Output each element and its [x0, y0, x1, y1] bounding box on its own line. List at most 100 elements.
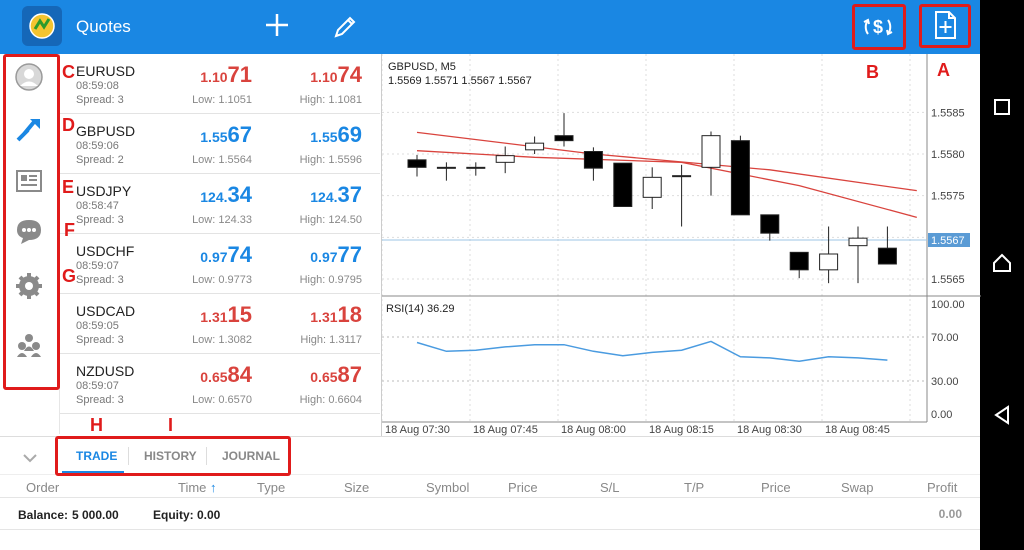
annotation-box-tabs	[55, 436, 291, 476]
chart-svg[interactable]: GBPUSD, M5 1.5569 1.5571 1.5567 1.5567 1…	[382, 54, 981, 436]
candle-body	[583, 151, 603, 169]
quote-ask: 1.5569	[310, 122, 362, 147]
quote-high: High: 0.9795	[299, 274, 362, 286]
col-type[interactable]: Type	[257, 480, 285, 495]
quote-time: 08:59:06	[76, 140, 119, 152]
col-order[interactable]: Order	[26, 480, 59, 495]
time-axis: 18 Aug 07:30 18 Aug 07:45 18 Aug 08:00 18 A…	[385, 424, 890, 436]
col-sl[interactable]: S/L	[600, 480, 620, 495]
quote-spread: Spread: 3	[76, 214, 124, 226]
candle	[760, 214, 780, 241]
quote-low: Low: 1.3082	[192, 334, 252, 346]
quote-low: Low: 1.1051	[192, 94, 252, 106]
quote-ask: 1.1074	[310, 62, 362, 87]
quote-ask: 124.37	[310, 182, 362, 207]
candle	[613, 162, 633, 207]
candlesticks	[407, 113, 897, 284]
quote-symbol: NZDUSD	[76, 363, 135, 379]
quote-bid: 124.34	[200, 182, 252, 207]
col-symbol[interactable]: Symbol	[426, 480, 469, 495]
candle-body	[730, 140, 750, 216]
candle	[583, 147, 603, 181]
col-time[interactable]: Time ↑	[178, 480, 217, 495]
col-current-price[interactable]: Price	[761, 480, 791, 495]
annotation-box-sidebar	[3, 54, 60, 390]
time-tick-label: 18 Aug 08:45	[825, 424, 890, 436]
col-tp[interactable]: T/P	[684, 480, 704, 495]
time-tick-label: 18 Aug 08:15	[649, 424, 714, 436]
candle	[525, 136, 545, 154]
candle	[495, 146, 515, 174]
quote-spread: Spread: 3	[76, 334, 124, 346]
candle-body	[672, 175, 692, 178]
quote-row-usdcad[interactable]: USDCAD 08:59:05 Spread: 3 1.3115 1.3118 …	[60, 294, 380, 354]
quote-time: 08:59:07	[76, 260, 119, 272]
equity-value: 0.00	[197, 508, 221, 522]
equity-label: Equity:	[153, 508, 194, 522]
chart-symbol-timeframe: GBPUSD, M5	[388, 61, 456, 73]
candle-body	[525, 142, 545, 151]
candle	[407, 154, 427, 177]
col-size[interactable]: Size	[344, 480, 369, 495]
quote-low: Low: 124.33	[192, 214, 252, 226]
balance-value: 5 000.00	[72, 508, 119, 522]
quote-high: High: 1.5596	[299, 154, 362, 166]
quote-bid: 1.3115	[200, 302, 252, 327]
candle-body	[495, 155, 515, 163]
annotation-letter-i: I	[168, 415, 174, 435]
quote-bid: 1.5567	[200, 122, 252, 147]
metatrader-logo-icon[interactable]	[22, 6, 62, 46]
quote-spread: Spread: 3	[76, 274, 124, 286]
rsi-label: RSI(14) 36.29	[386, 303, 454, 315]
recents-icon[interactable]	[992, 97, 1012, 117]
col-swap[interactable]: Swap	[841, 480, 874, 495]
col-price[interactable]: Price	[508, 480, 538, 495]
candle-body	[848, 237, 868, 247]
candle-body	[819, 253, 839, 271]
edit-pencil-icon[interactable]	[332, 14, 358, 40]
arrow-up-icon: ↑	[210, 480, 217, 495]
time-tick-label: 18 Aug 08:30	[737, 424, 802, 436]
quote-ask: 0.6587	[310, 362, 362, 387]
time-tick-label: 18 Aug 08:00	[561, 424, 626, 436]
top-app-bar: Quotes $	[0, 0, 980, 54]
mt-mobile-app: Quotes $ EURUSD 08:59:08 Spread: 3 1.107…	[0, 0, 1024, 550]
quote-low: Low: 1.5564	[192, 154, 252, 166]
price-axis: 1.55851.55801.55751.55701.5565	[931, 107, 965, 286]
quote-row-usdjpy[interactable]: USDJPY 08:58:47 Spread: 3 124.34 124.37 …	[60, 174, 380, 234]
balance-label: Balance:	[18, 508, 69, 522]
rsi-axis: 100.00 70.00 30.00 0.00	[931, 299, 965, 421]
quote-symbol: EURUSD	[76, 63, 136, 79]
annotation-letter-c: C	[62, 62, 75, 82]
back-icon[interactable]	[992, 405, 1012, 425]
quote-ask: 1.3118	[310, 302, 362, 327]
quote-row-nzdusd[interactable]: NZDUSD 08:59:07 Spread: 3 0.6584 0.6587 …	[60, 354, 380, 414]
candle-body	[466, 166, 486, 169]
quote-row-gbpusd[interactable]: GBPUSD 08:59:06 Spread: 2 1.5567 1.5569 …	[60, 114, 380, 174]
home-icon[interactable]	[992, 253, 1012, 273]
quote-time: 08:59:07	[76, 380, 119, 392]
collapse-chevron-icon[interactable]	[20, 447, 40, 467]
price-tick-label: 1.5580	[931, 149, 965, 161]
candle	[789, 251, 809, 279]
add-symbol-button[interactable]	[262, 10, 292, 44]
rsi-tick-label: 0.00	[931, 409, 952, 421]
candle	[701, 131, 721, 196]
price-chart-panel[interactable]: GBPUSD, M5 1.5569 1.5571 1.5567 1.5567 1…	[381, 54, 981, 436]
quote-row-usdchf[interactable]: USDCHF 08:59:07 Spread: 3 0.9774 0.9777 …	[60, 234, 380, 294]
annotation-letter-a: A	[937, 60, 950, 80]
candle-body	[554, 135, 574, 142]
quote-ask: 0.9777	[310, 242, 362, 267]
candle-body	[789, 251, 809, 271]
quote-row-eurusd[interactable]: EURUSD 08:59:08 Spread: 3 1.1071 1.1074 …	[60, 54, 380, 114]
quote-high: High: 0.6604	[299, 394, 362, 406]
quote-bid: 1.1071	[200, 62, 252, 87]
quotes-list: EURUSD 08:59:08 Spread: 3 1.1071 1.1074 …	[60, 54, 380, 416]
current-price-text: 1.5567	[931, 235, 965, 247]
quote-spread: Spread: 2	[76, 154, 124, 166]
candle	[642, 167, 662, 209]
col-profit[interactable]: Profit	[927, 480, 957, 495]
annotation-letter-d: D	[62, 115, 75, 135]
quote-symbol: GBPUSD	[76, 123, 136, 139]
rsi-tick-label: 30.00	[931, 376, 959, 388]
